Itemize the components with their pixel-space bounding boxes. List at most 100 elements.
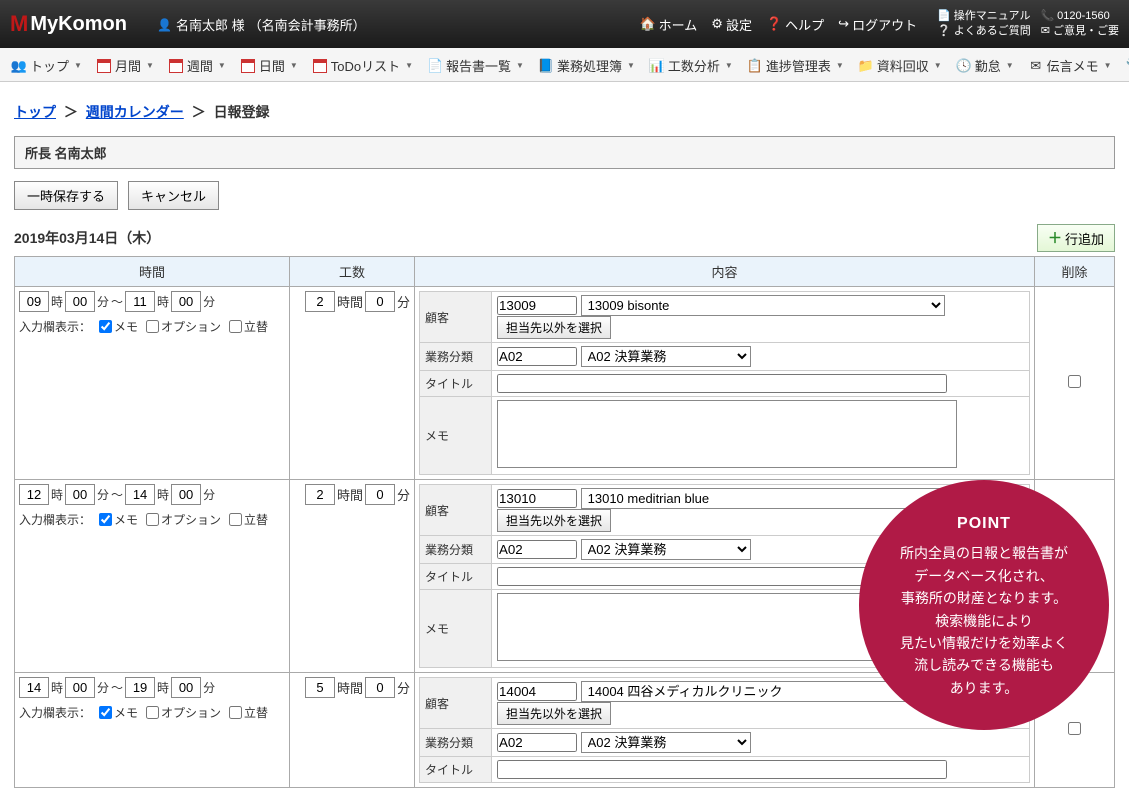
customer-code[interactable] [497, 682, 577, 701]
nav-tab-12[interactable]: 🔧個人ツール▼ [1119, 51, 1129, 80]
breadcrumb: トップ ＞ 週間カレンダー ＞ 日報登録 [14, 102, 1115, 122]
lbl-title: タイトル [420, 564, 492, 590]
chk-option[interactable]: オプション [146, 704, 221, 721]
breadcrumb-top[interactable]: トップ [14, 104, 56, 120]
kousu-hour[interactable] [305, 291, 335, 312]
kousu-min[interactable] [365, 677, 395, 698]
logout-icon [838, 16, 849, 32]
nav-home[interactable]: ホーム [639, 15, 697, 34]
nav-settings[interactable]: 設定 [711, 15, 752, 34]
lbl-title: タイトル [420, 371, 492, 397]
chk-option[interactable]: オプション [146, 318, 221, 335]
category-code[interactable] [497, 347, 577, 366]
category-select[interactable]: A02 決算業務 [581, 732, 751, 753]
link-contact[interactable]: ご意見・ご要 [1041, 24, 1119, 39]
nav-tab-1[interactable]: 月間▼ [89, 51, 161, 80]
th-time: 時間 [15, 257, 290, 287]
point-body: 所内全員の日報と報告書がデータベース化され、事務所の財産となります。検索機能によ… [900, 542, 1068, 699]
user-name: 名南太郎 様 [176, 15, 245, 34]
nav-tab-0[interactable]: 👥トップ▼ [4, 51, 89, 80]
title-input[interactable] [497, 760, 947, 779]
th-content: 内容 [415, 257, 1035, 287]
nav-tab-label: 伝言メモ [1047, 56, 1099, 75]
chevron-down-icon: ▼ [934, 61, 942, 70]
nav-tab-2[interactable]: 週間▼ [161, 51, 233, 80]
nav-tab-4[interactable]: ToDoリスト▼ [305, 51, 420, 80]
link-faq[interactable]: よくあるご質問 [937, 24, 1031, 39]
end-min[interactable] [171, 484, 201, 505]
delete-checkbox[interactable] [1068, 722, 1081, 735]
nav-tab-10[interactable]: 🕓勤怠▼ [949, 51, 1021, 80]
customer-select[interactable]: 13010 meditrian blue [581, 488, 945, 509]
start-min[interactable] [65, 291, 95, 312]
nav-help[interactable]: ヘルプ [766, 15, 824, 34]
lbl-memo: メモ [420, 397, 492, 475]
nav-tab-8[interactable]: 📋進捗管理表▼ [740, 51, 851, 80]
end-hour[interactable] [125, 291, 155, 312]
chevron-down-icon: ▼ [1104, 61, 1112, 70]
delete-checkbox[interactable] [1068, 375, 1081, 388]
chk-tatekae[interactable]: 立替 [229, 511, 268, 528]
link-manual[interactable]: 操作マニュアル [937, 9, 1030, 24]
save-button[interactable]: 一時保存する [14, 181, 118, 210]
chk-memo[interactable]: メモ [99, 318, 138, 335]
nav-tab-3[interactable]: 日間▼ [233, 51, 305, 80]
nav-logout[interactable]: ログアウト [838, 15, 917, 34]
category-code[interactable] [497, 540, 577, 559]
add-row-button[interactable]: ＋ 行追加 [1037, 224, 1115, 252]
title-input[interactable] [497, 374, 947, 393]
kousu-min[interactable] [365, 484, 395, 505]
category-select[interactable]: A02 決算業務 [581, 346, 751, 367]
kousu-min[interactable] [365, 291, 395, 312]
app-header: M MyKomon 名南太郎 様 （名南会計事務所） ホーム 設定 ヘルプ ログ… [0, 0, 1129, 48]
nav-tab-9[interactable]: 📁資料回収▼ [851, 51, 949, 80]
start-min[interactable] [65, 484, 95, 505]
breadcrumb-weekly[interactable]: 週間カレンダー [86, 104, 184, 120]
nav-tab-6[interactable]: 📘業務処理簿▼ [531, 51, 642, 80]
kousu-hour[interactable] [305, 677, 335, 698]
chk-tatekae[interactable]: 立替 [229, 704, 268, 721]
customer-select[interactable]: 13009 bisonte [581, 295, 945, 316]
nav-tab-7[interactable]: 📊工数分析▼ [642, 51, 740, 80]
nav-tabs: 👥トップ▼月間▼週間▼日間▼ToDoリスト▼📄報告書一覧▼📘業務処理簿▼📊工数分… [0, 48, 1129, 82]
chk-memo[interactable]: メモ [99, 511, 138, 528]
start-min[interactable] [65, 677, 95, 698]
end-min[interactable] [171, 677, 201, 698]
category-select[interactable]: A02 決算業務 [581, 539, 751, 560]
nav-tab-icon: 🕓 [956, 58, 972, 74]
display-label: 入力欄表示： [19, 318, 91, 335]
nav-tab-label: 資料回収 [877, 56, 929, 75]
end-min[interactable] [171, 291, 201, 312]
chk-option[interactable]: オプション [146, 511, 221, 528]
kousu-hour[interactable] [305, 484, 335, 505]
logo-text: MyKomon [30, 13, 127, 36]
start-hour[interactable] [19, 677, 49, 698]
nav-tab-5[interactable]: 📄報告書一覧▼ [420, 51, 531, 80]
chevron-down-icon: ▼ [290, 61, 298, 70]
chevron-down-icon: ▼ [836, 61, 844, 70]
chk-memo[interactable]: メモ [99, 704, 138, 721]
lbl-category: 業務分類 [420, 729, 492, 757]
end-hour[interactable] [125, 484, 155, 505]
customer-code[interactable] [497, 489, 577, 508]
nav-tab-icon: ✉ [1028, 58, 1044, 74]
start-hour[interactable] [19, 291, 49, 312]
memo-textarea[interactable] [497, 400, 957, 468]
chk-tatekae[interactable]: 立替 [229, 318, 268, 335]
nav-tab-icon [168, 58, 184, 74]
link-phone[interactable]: 0120-1560 [1040, 9, 1109, 24]
nav-tab-11[interactable]: ✉伝言メモ ▼ [1021, 51, 1119, 80]
nav-tab-label: 業務処理簿 [557, 56, 622, 75]
customer-code[interactable] [497, 296, 577, 315]
start-hour[interactable] [19, 484, 49, 505]
cancel-button[interactable]: キャンセル [128, 181, 219, 210]
select-other-button[interactable]: 担当先以外を選択 [497, 509, 611, 532]
select-other-button[interactable]: 担当先以外を選択 [497, 702, 611, 725]
chevron-down-icon: ▼ [405, 61, 413, 70]
category-code[interactable] [497, 733, 577, 752]
select-other-button[interactable]: 担当先以外を選択 [497, 316, 611, 339]
lbl-memo: メモ [420, 590, 492, 668]
end-hour[interactable] [125, 677, 155, 698]
nav-tab-icon [240, 58, 256, 74]
nav-tab-label: 週間 [187, 56, 213, 75]
